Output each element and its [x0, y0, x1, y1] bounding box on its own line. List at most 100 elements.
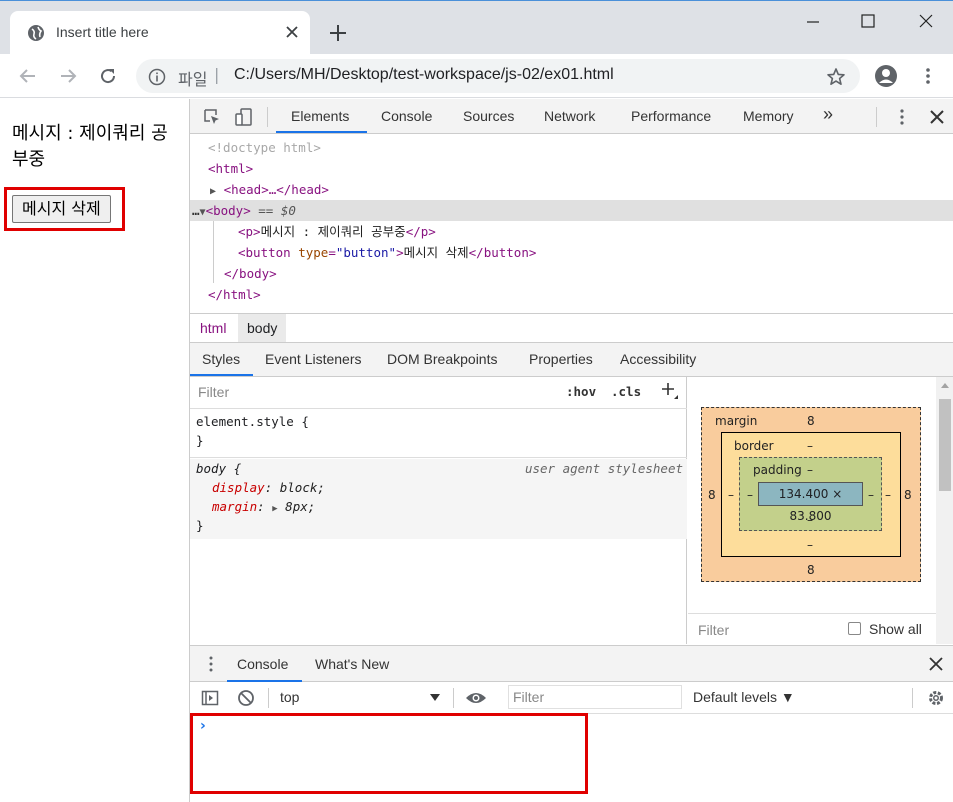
margin-bottom-value: 8	[807, 563, 815, 577]
expand-margin-icon[interactable]: ▶	[272, 504, 277, 514]
drawer-tab-console[interactable]: Console	[237, 656, 288, 672]
toolbar-separator	[267, 107, 268, 127]
console-filter-input[interactable]: Filter	[508, 685, 682, 709]
dom-line-doctype[interactable]: <!doctype html>	[190, 137, 953, 158]
margin-left-value: 8	[708, 488, 716, 502]
toolbar-separator	[912, 688, 913, 708]
tab-performance[interactable]: Performance	[631, 108, 711, 124]
p-open-tag: <p>	[238, 224, 261, 239]
browser-tab[interactable]: Insert title here	[10, 11, 310, 55]
chrome-menu-icon[interactable]	[918, 66, 938, 86]
log-levels-dropdown[interactable]: Default levels ▼	[693, 689, 795, 705]
box-model-content[interactable]: 134.400 × 83.800	[758, 482, 863, 523]
tab-sources[interactable]: Sources	[463, 108, 514, 124]
dom-line-body-selected[interactable]: …▼<body> == $0	[190, 200, 953, 221]
border-top-value: –	[807, 439, 813, 453]
device-toolbar-icon[interactable]	[234, 107, 254, 127]
dom-line-p[interactable]: <p>메시지 : 제이쿼리 공부중</p>	[190, 221, 953, 242]
decl-val-margin: 8px;	[285, 499, 316, 514]
info-icon[interactable]	[148, 68, 166, 86]
message-paragraph: 메시지 : 제이쿼리 공부중	[12, 123, 168, 170]
devtools-menu-icon[interactable]	[892, 107, 912, 127]
globe-icon	[28, 25, 44, 41]
show-all-checkbox[interactable]	[848, 622, 861, 635]
border-bottom-value: –	[807, 538, 813, 552]
tab-title: Insert title here	[56, 24, 149, 40]
console-highlight-box	[190, 713, 588, 794]
drawer-close-icon[interactable]	[929, 657, 943, 671]
url-text[interactable]: C:/Users/MH/Desktop/test-workspace/js-02…	[234, 66, 614, 84]
computed-filter-input[interactable]: Filter	[698, 622, 729, 638]
drawer-menu-icon[interactable]	[204, 655, 218, 673]
back-icon[interactable]	[18, 66, 38, 86]
tab-event-listeners[interactable]: Event Listeners	[265, 351, 362, 367]
tab-memory[interactable]: Memory	[743, 108, 794, 124]
sidebar-scrollbar[interactable]	[936, 377, 953, 644]
body-open-tag: <body>	[205, 203, 251, 218]
new-tab-icon[interactable]	[328, 23, 348, 43]
styles-filter-input[interactable]: Filter	[194, 380, 552, 404]
console-settings-gear-icon[interactable]	[927, 689, 945, 707]
new-style-rule-icon[interactable]	[660, 381, 678, 399]
active-subtab-indicator	[190, 374, 253, 376]
padding-label: padding	[753, 463, 802, 477]
tab-console[interactable]: Console	[381, 108, 432, 124]
console-sidebar-icon[interactable]	[201, 689, 219, 707]
dom-line-button[interactable]: <button type="button">메시지 삭제</button>	[190, 242, 953, 263]
live-expression-eye-icon[interactable]	[465, 689, 487, 707]
tab-dom-breakpoints[interactable]: DOM Breakpoints	[387, 351, 497, 367]
devtools-close-icon[interactable]	[927, 107, 947, 127]
context-select[interactable]: top	[280, 689, 299, 705]
padding-left-value: –	[747, 488, 753, 502]
dom-tree: <!doctype html> <html> ▶ <head>…</head> …	[190, 135, 953, 313]
breadcrumb-html[interactable]: html	[200, 320, 226, 336]
tree-guide-line	[213, 221, 214, 283]
bookmark-star-icon[interactable]	[826, 67, 846, 87]
padding-top-value: –	[807, 463, 813, 477]
margin-top-value: 8	[807, 414, 815, 428]
breadcrumb-body[interactable]: body	[238, 314, 287, 342]
hov-toggle[interactable]: :hov	[566, 384, 596, 399]
body-ua-rule[interactable]: body {user agent stylesheet display: blo…	[190, 459, 687, 539]
window-close-icon[interactable]	[918, 13, 934, 29]
tab-styles[interactable]: Styles	[202, 351, 240, 367]
more-tabs-icon[interactable]: »	[823, 104, 833, 125]
dom-line-body-close[interactable]: </body>	[190, 263, 953, 284]
reload-icon[interactable]	[98, 66, 118, 86]
cls-toggle[interactable]: .cls	[611, 384, 641, 399]
inspect-element-icon[interactable]	[202, 107, 222, 127]
clear-console-icon[interactable]	[237, 689, 255, 707]
tab-properties[interactable]: Properties	[529, 351, 593, 367]
tab-elements[interactable]: Elements	[291, 108, 349, 124]
tab-accessibility[interactable]: Accessibility	[620, 351, 696, 367]
maximize-icon[interactable]	[860, 13, 876, 29]
scroll-thumb[interactable]	[939, 399, 951, 491]
show-all-label: Show all	[869, 621, 922, 637]
tab-network[interactable]: Network	[544, 108, 595, 124]
button-open-tag: <button	[238, 245, 291, 260]
context-dropdown-icon[interactable]	[430, 694, 440, 701]
html-close-tag: </html>	[208, 287, 261, 302]
scheme-label: 파일	[178, 72, 208, 89]
minimize-icon[interactable]	[805, 13, 821, 29]
browser-toolbar: 파일 | C:/Users/MH/Desktop/test-workspace/…	[0, 54, 953, 98]
forward-icon[interactable]	[58, 66, 78, 86]
dom-line-html-close[interactable]: </html>	[190, 284, 953, 305]
dom-line-html[interactable]: <html>	[190, 158, 953, 179]
border-right-value: –	[885, 488, 891, 502]
expand-triangle-icon[interactable]: ▶	[210, 186, 216, 197]
address-bar[interactable]: 파일 | C:/Users/MH/Desktop/test-workspace/…	[136, 59, 860, 93]
html-open-tag: <html>	[208, 161, 254, 176]
rule-source: user agent stylesheet	[524, 461, 683, 476]
element-style-rule[interactable]: element.style { }	[190, 412, 687, 450]
scroll-up-icon[interactable]	[941, 383, 949, 388]
element-style-close: }	[196, 433, 204, 448]
close-tab-icon[interactable]	[284, 24, 300, 40]
rule-divider	[190, 457, 687, 458]
drawer-tab-whats-new[interactable]: What's New	[315, 656, 389, 672]
styles-pane: Filter :hov .cls element.style { } body …	[190, 377, 687, 644]
dom-line-head[interactable]: ▶ <head>…</head>	[190, 179, 953, 200]
border-label: border	[734, 439, 774, 453]
profile-avatar-icon[interactable]	[874, 64, 898, 88]
dom-ellipsis-icon[interactable]: …	[192, 203, 200, 218]
